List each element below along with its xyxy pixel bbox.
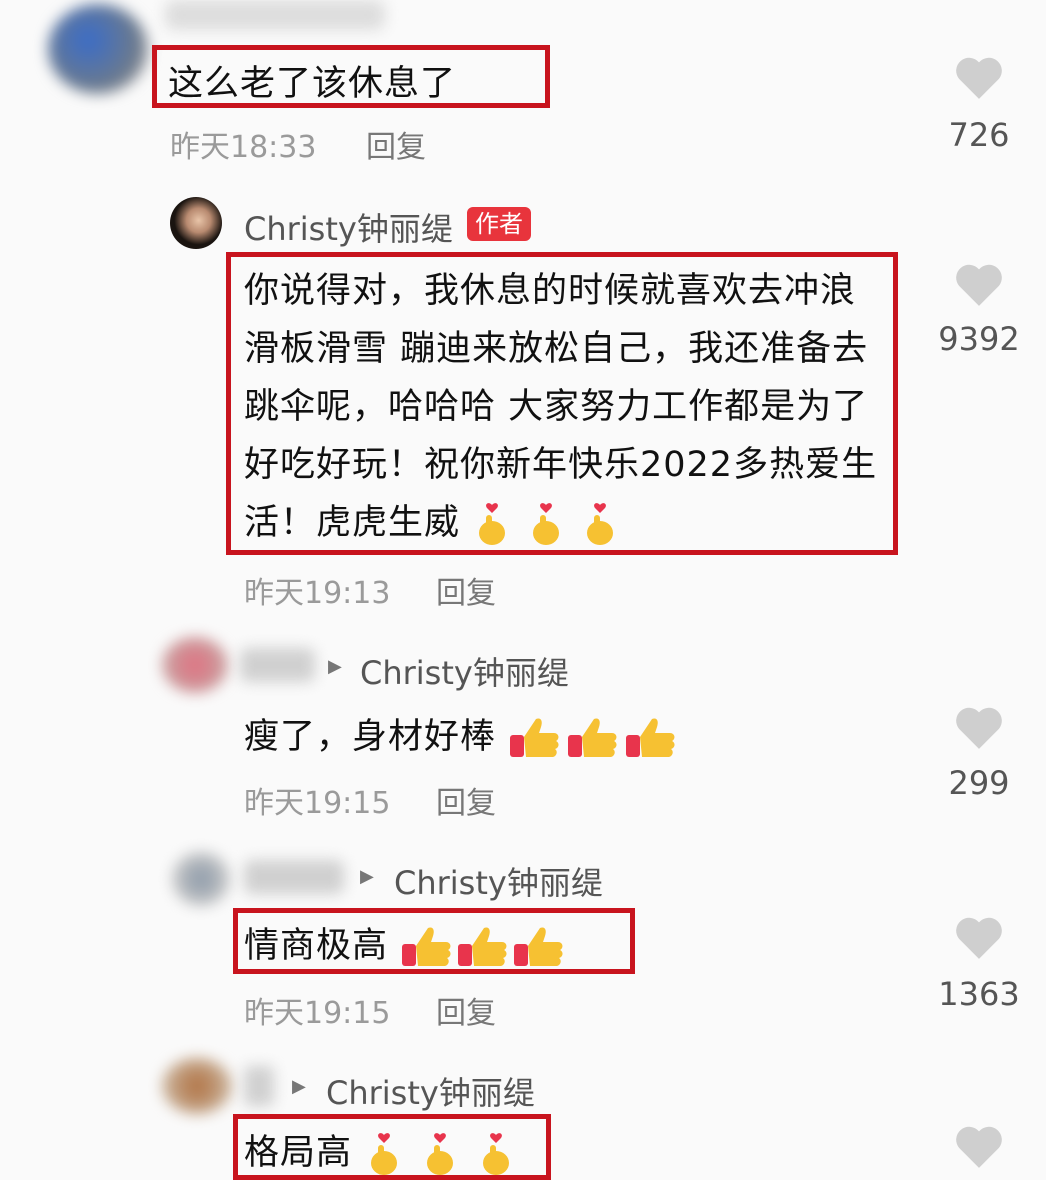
- comment-line: 你说得对，我休息的时候就喜欢去冲浪: [244, 271, 857, 311]
- author-name[interactable]: Christy钟丽缇: [244, 204, 453, 250]
- heart-icon[interactable]: [954, 705, 1004, 751]
- like-count: 299: [948, 764, 1010, 802]
- comment-line: 活！虎虎生威: [244, 503, 461, 543]
- comment-time: 昨天19:15: [244, 996, 391, 1031]
- thumbs-up-emoji: [626, 718, 675, 757]
- reply-arrow-icon: ▶: [360, 866, 374, 887]
- reply-button[interactable]: 回复: [436, 778, 496, 822]
- reply-arrow-icon: ▶: [328, 656, 342, 677]
- like-count: 1363: [938, 975, 1020, 1013]
- heart-icon[interactable]: [954, 1124, 1004, 1170]
- comment-text: 情商极高: [244, 917, 566, 970]
- comment-time: 昨天18:33: [170, 130, 317, 165]
- thumbs-up-emoji: [514, 927, 563, 966]
- thumbs-up-emoji: [458, 927, 507, 966]
- avatar[interactable]: [172, 852, 230, 906]
- comment-time: 昨天19:15: [244, 786, 391, 821]
- reply-button[interactable]: 回复: [436, 568, 496, 612]
- reply-button[interactable]: 回复: [436, 988, 496, 1032]
- like-count: 726: [948, 116, 1010, 154]
- comment-text: 你说得对，我休息的时候就喜欢去冲浪 滑板滑雪 蹦迪来放松自己，我还准备去 跳伞呢…: [244, 262, 877, 552]
- comment-text: 格局高: [244, 1124, 516, 1177]
- avatar[interactable]: [162, 637, 228, 693]
- finger-heart-emoji: [371, 1133, 398, 1175]
- comment-text: 瘦了，身材好棒: [244, 708, 678, 761]
- heart-icon[interactable]: [954, 915, 1004, 961]
- finger-heart-emoji: [427, 1133, 454, 1175]
- username-blurred[interactable]: [244, 860, 344, 894]
- thumbs-up-emoji: [568, 718, 617, 757]
- avatar[interactable]: [48, 4, 148, 94]
- comment-body: 情商极高: [244, 926, 389, 966]
- reply-to-name[interactable]: Christy钟丽缇: [394, 858, 603, 904]
- comment-line: 滑板滑雪 蹦迪来放松自己，我还准备去: [244, 329, 869, 369]
- like-count: 9392: [938, 320, 1020, 358]
- comment-time: 昨天19:13: [244, 576, 391, 611]
- finger-heart-emoji: [587, 503, 614, 545]
- comment-line: 跳伞呢，哈哈哈 大家努力工作都是为了: [244, 387, 869, 427]
- username-blurred[interactable]: [165, 0, 385, 30]
- finger-heart-emoji: [533, 503, 560, 545]
- comment-line: 好吃好玩！祝你新年快乐2022多热爱生: [244, 445, 878, 485]
- author-badge: 作者: [467, 207, 531, 241]
- avatar[interactable]: [170, 197, 222, 249]
- comment-text: 这么老了该休息了: [168, 64, 457, 104]
- comment-body: 瘦了，身材好棒: [244, 717, 497, 757]
- reply-button[interactable]: 回复: [366, 122, 426, 166]
- comment-body: 格局高: [244, 1133, 353, 1173]
- heart-icon[interactable]: [954, 55, 1004, 101]
- reply-arrow-icon: ▶: [292, 1076, 306, 1097]
- thumbs-up-emoji: [510, 718, 559, 757]
- avatar[interactable]: [162, 1058, 232, 1114]
- username-blurred[interactable]: [240, 648, 315, 682]
- reply-to-name[interactable]: Christy钟丽缇: [326, 1068, 535, 1114]
- finger-heart-emoji: [483, 1133, 510, 1175]
- finger-heart-emoji: [479, 503, 506, 545]
- thumbs-up-emoji: [402, 927, 451, 966]
- username-blurred[interactable]: [244, 1066, 274, 1106]
- heart-icon[interactable]: [954, 262, 1004, 308]
- reply-to-name[interactable]: Christy钟丽缇: [360, 648, 569, 694]
